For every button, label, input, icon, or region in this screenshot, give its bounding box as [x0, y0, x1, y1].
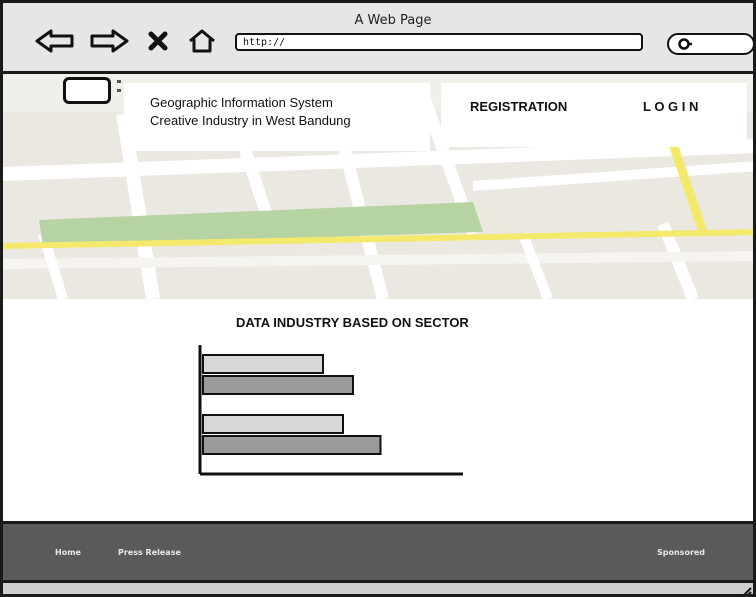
site-title-panel: Geographic Information System Creative I…: [124, 83, 430, 151]
bar-group-1-series-2: [202, 375, 354, 395]
window-title: A Web Page: [354, 13, 432, 28]
close-x-icon[interactable]: [145, 27, 171, 55]
sector-bar-chart: [198, 345, 463, 476]
header-nav: REGISTRATION L O G I N: [441, 83, 747, 147]
forward-arrow-icon[interactable]: [87, 27, 131, 55]
footer-link-press-release[interactable]: Press Release: [118, 548, 181, 557]
bar-group-2-series-1: [202, 414, 344, 434]
logo-placeholder[interactable]: [63, 77, 111, 104]
status-bar: [3, 580, 753, 597]
url-input[interactable]: http://: [235, 33, 643, 51]
bar-group-2-series-2: [202, 435, 382, 455]
site-title-line-1: Geographic Information System: [150, 95, 333, 110]
search-field[interactable]: [667, 33, 753, 55]
url-text: http://: [243, 37, 286, 48]
search-icon: [678, 38, 692, 50]
browser-toolbar: A Web Page http://: [3, 3, 753, 74]
back-arrow-icon[interactable]: [33, 27, 77, 55]
chart-title: DATA INDUSTRY BASED ON SECTOR: [236, 315, 469, 330]
logo-dots-icon: [117, 80, 121, 92]
resize-grip-icon[interactable]: [739, 585, 753, 597]
home-icon[interactable]: [185, 27, 219, 55]
site-title-line-2: Creative Industry in West Bandung: [150, 113, 351, 128]
page-footer: Home Press Release Sponsored: [3, 521, 753, 580]
login-link[interactable]: L O G I N: [643, 99, 698, 114]
footer-link-home[interactable]: Home: [55, 548, 81, 557]
registration-link[interactable]: REGISTRATION: [470, 99, 567, 114]
bar-group-1-series-1: [202, 354, 324, 374]
footer-sponsored-label[interactable]: Sponsored: [657, 548, 705, 557]
browser-window: A Web Page http:// Geographic Informatio…: [0, 0, 756, 597]
